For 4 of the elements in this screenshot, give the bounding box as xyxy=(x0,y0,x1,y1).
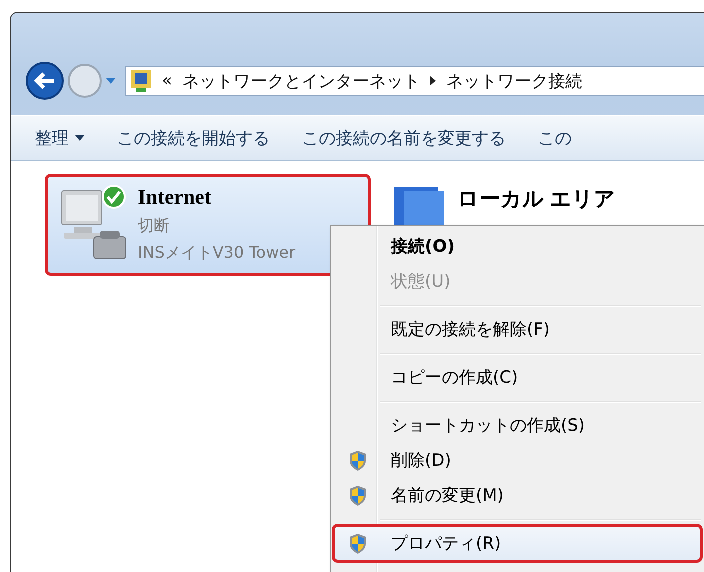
connection-device: INSメイトV30 Tower xyxy=(138,243,296,264)
connection-name: Internet xyxy=(138,185,212,210)
connection-name: ローカル エリア xyxy=(458,186,616,213)
connection-status: 切断 xyxy=(138,216,171,237)
